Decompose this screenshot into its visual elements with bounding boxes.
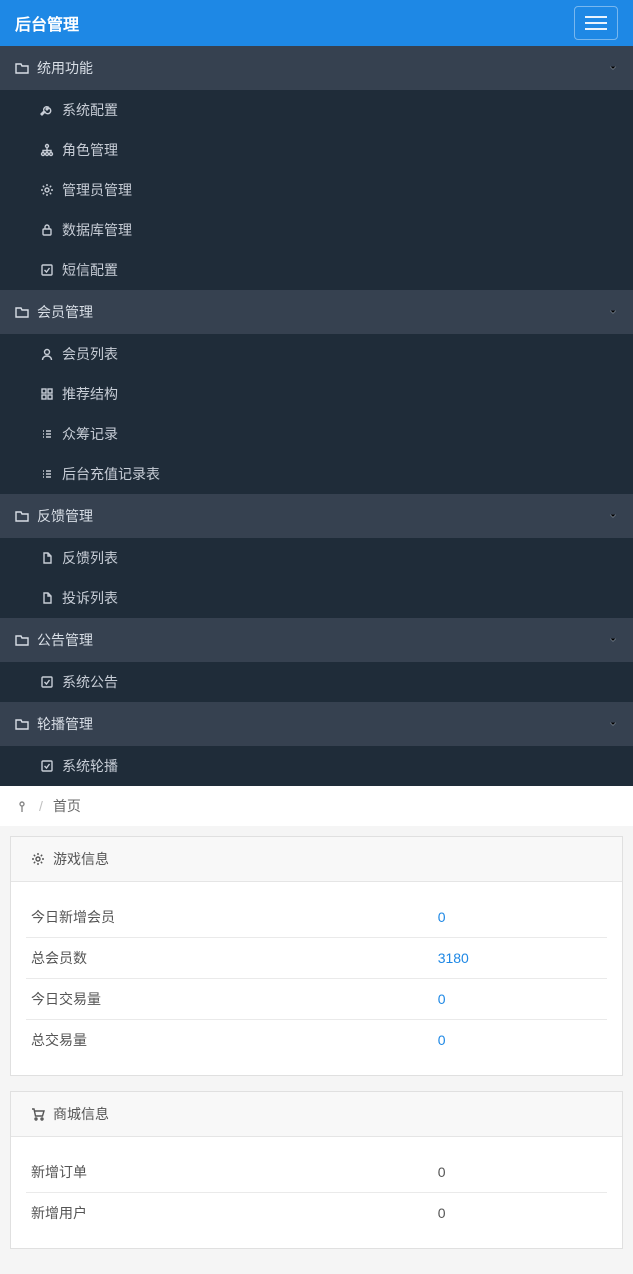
nav-item-label: 众筹记录 <box>62 424 118 444</box>
row-label: 总会员数 <box>26 938 433 979</box>
nav-group-header[interactable]: 反馈管理 <box>0 494 633 538</box>
panel-title: 商城信息 <box>53 1104 109 1124</box>
row-value: 3180 <box>433 938 607 979</box>
nav-item[interactable]: 数据库管理 <box>0 210 633 250</box>
list-icon <box>40 427 54 441</box>
folder-icon <box>15 305 29 319</box>
row-value: 0 <box>433 1152 607 1193</box>
user-icon <box>40 347 54 361</box>
row-value: 0 <box>433 979 607 1020</box>
nav-item-label: 系统配置 <box>62 100 118 120</box>
nav-item[interactable]: 系统公告 <box>0 662 633 702</box>
nav-group-header[interactable]: 统用功能 <box>0 46 633 90</box>
wrench-icon <box>40 103 54 117</box>
nav-group-label: 反馈管理 <box>37 506 93 526</box>
gear-icon <box>40 183 54 197</box>
row-label: 今日交易量 <box>26 979 433 1020</box>
panel-body: 新增订单0新增用户0 <box>11 1137 622 1248</box>
nav-item-label: 会员列表 <box>62 344 118 364</box>
content-area: 游戏信息今日新增会员0总会员数3180今日交易量0总交易量0商城信息新增订单0新… <box>0 826 633 1274</box>
check-square-icon <box>40 263 54 277</box>
lock-icon <box>40 223 54 237</box>
row-value: 0 <box>433 1193 607 1234</box>
nav-item[interactable]: 短信配置 <box>0 250 633 290</box>
nav-item-label: 角色管理 <box>62 140 118 160</box>
folder-icon <box>15 61 29 75</box>
nav-item-label: 系统公告 <box>62 672 118 692</box>
nav-item[interactable]: 系统轮播 <box>0 746 633 786</box>
nav-group-label: 会员管理 <box>37 302 93 322</box>
nav-group-header[interactable]: 公告管理 <box>0 618 633 662</box>
nav-item[interactable]: 推荐结构 <box>0 374 633 414</box>
row-value: 0 <box>433 897 607 938</box>
panel: 游戏信息今日新增会员0总会员数3180今日交易量0总交易量0 <box>10 836 623 1076</box>
hamburger-menu-button[interactable] <box>574 6 618 40</box>
nav-group-label: 统用功能 <box>37 58 93 78</box>
grid-icon <box>40 387 54 401</box>
nav-item[interactable]: 后台充值记录表 <box>0 454 633 494</box>
sidebar-nav: 统用功能系统配置角色管理管理员管理数据库管理短信配置会员管理会员列表推荐结构众筹… <box>0 46 633 786</box>
sitemap-icon <box>40 143 54 157</box>
folder-icon <box>15 717 29 731</box>
nav-item-label: 数据库管理 <box>62 220 132 240</box>
file-icon <box>40 591 54 605</box>
file-icon <box>40 551 54 565</box>
info-table: 新增订单0新增用户0 <box>26 1152 607 1233</box>
nav-group-label: 公告管理 <box>37 630 93 650</box>
nav-item-label: 管理员管理 <box>62 180 132 200</box>
nav-group-header[interactable]: 轮播管理 <box>0 702 633 746</box>
folder-icon <box>15 633 29 647</box>
pin-icon <box>15 799 29 813</box>
nav-item[interactable]: 系统配置 <box>0 90 633 130</box>
nav-item[interactable]: 反馈列表 <box>0 538 633 578</box>
table-row: 今日新增会员0 <box>26 897 607 938</box>
row-label: 新增订单 <box>26 1152 433 1193</box>
info-table: 今日新增会员0总会员数3180今日交易量0总交易量0 <box>26 897 607 1060</box>
chevron-down-icon <box>608 307 618 317</box>
check-square-icon <box>40 675 54 689</box>
header-title: 后台管理 <box>15 11 79 35</box>
table-row: 今日交易量0 <box>26 979 607 1020</box>
nav-item-label: 后台充值记录表 <box>62 464 160 484</box>
chevron-down-icon <box>608 635 618 645</box>
list-icon <box>40 467 54 481</box>
row-label: 总交易量 <box>26 1020 433 1061</box>
panel-header: 游戏信息 <box>11 837 622 882</box>
panel-body: 今日新增会员0总会员数3180今日交易量0总交易量0 <box>11 882 622 1075</box>
panel: 商城信息新增订单0新增用户0 <box>10 1091 623 1249</box>
nav-item-label: 投诉列表 <box>62 588 118 608</box>
table-row: 总会员数3180 <box>26 938 607 979</box>
row-label: 新增用户 <box>26 1193 433 1234</box>
nav-item-label: 反馈列表 <box>62 548 118 568</box>
row-value: 0 <box>433 1020 607 1061</box>
table-row: 新增用户0 <box>26 1193 607 1234</box>
chevron-down-icon <box>608 511 618 521</box>
breadcrumb: / 首页 <box>0 786 633 826</box>
nav-item[interactable]: 会员列表 <box>0 334 633 374</box>
panel-title: 游戏信息 <box>53 849 109 869</box>
nav-item-label: 推荐结构 <box>62 384 118 404</box>
breadcrumb-separator: / <box>39 798 43 814</box>
folder-icon <box>15 509 29 523</box>
check-square-icon <box>40 759 54 773</box>
header: 后台管理 <box>0 0 633 46</box>
table-row: 总交易量0 <box>26 1020 607 1061</box>
nav-group-header[interactable]: 会员管理 <box>0 290 633 334</box>
nav-item[interactable]: 管理员管理 <box>0 170 633 210</box>
cart-icon <box>31 1107 45 1121</box>
panel-header: 商城信息 <box>11 1092 622 1137</box>
table-row: 新增订单0 <box>26 1152 607 1193</box>
nav-item[interactable]: 角色管理 <box>0 130 633 170</box>
breadcrumb-current: 首页 <box>53 796 81 816</box>
nav-item-label: 系统轮播 <box>62 756 118 776</box>
nav-item-label: 短信配置 <box>62 260 118 280</box>
row-label: 今日新增会员 <box>26 897 433 938</box>
nav-group-label: 轮播管理 <box>37 714 93 734</box>
nav-item[interactable]: 投诉列表 <box>0 578 633 618</box>
nav-item[interactable]: 众筹记录 <box>0 414 633 454</box>
chevron-down-icon <box>608 63 618 73</box>
chevron-down-icon <box>608 719 618 729</box>
gear-icon <box>31 852 45 866</box>
